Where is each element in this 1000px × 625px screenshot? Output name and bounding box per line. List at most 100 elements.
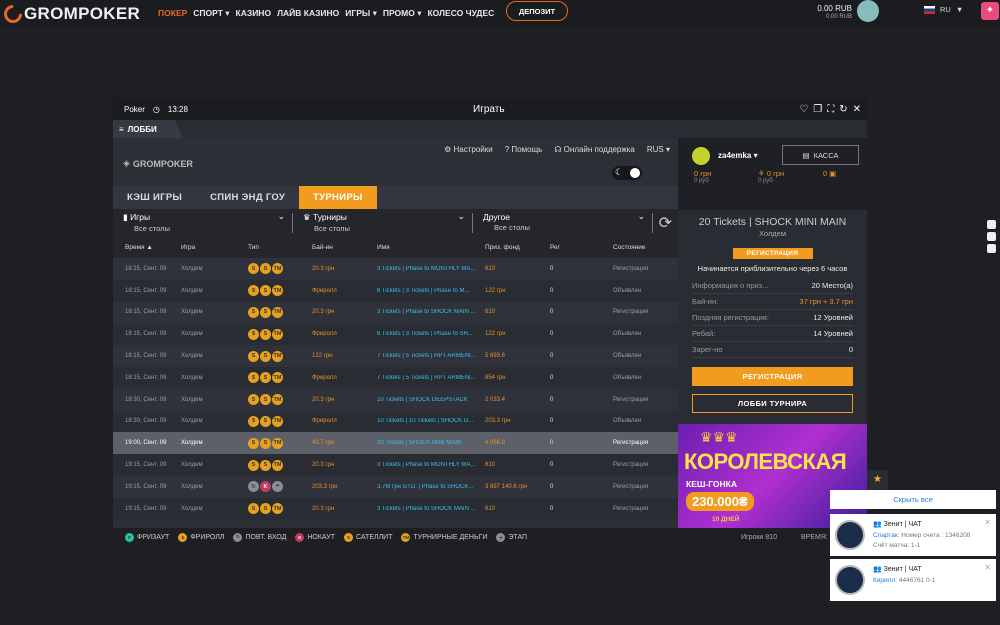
col-buyin[interactable]: Бай-ин (312, 244, 377, 251)
nav-promo[interactable]: ПРОМО ▾ (383, 8, 422, 19)
deposit-button[interactable]: ДЕПОЗИТ (506, 1, 568, 21)
col-state[interactable]: Состояние (613, 244, 673, 251)
knockout-icon: K (260, 481, 271, 493)
reload-icon[interactable]: ↻ (839, 104, 847, 115)
dock-button[interactable] (987, 244, 996, 253)
cell-state: Регистрация (613, 309, 649, 316)
lobby-tabbar: ≡ ЛОББИ (113, 120, 867, 138)
legend-label: ФРИЗАУТ (137, 533, 170, 541)
tab-cash[interactable]: КЭШ ИГРЫ (113, 186, 196, 209)
toggle-knob (630, 168, 640, 178)
tournament-money-icon: TM (272, 372, 283, 384)
filter-games[interactable]: ▮ Игры Все столы ⌄ (113, 209, 293, 236)
satellite-icon: S (248, 263, 259, 275)
tab-lobby-label: ЛОББИ (127, 124, 157, 134)
cell-prize: 4 066.9 (485, 440, 506, 447)
nav-live-casino[interactable]: ЛАЙВ КАЗИНО (277, 8, 339, 19)
theme-toggle[interactable]: ☾ (612, 166, 642, 180)
table-row[interactable]: 18:15, Сент. 09 Холдем $ S TM Фриролл 7 Ticket… (113, 366, 678, 389)
balance[interactable]: 0.00 RUB 0.00 RUB (817, 4, 852, 22)
promo-banner[interactable]: ♛♛♛ КОРОЛЕВСКАЯ КЕШ-ГОНКА 230.000₴ 10 ДН… (678, 424, 867, 528)
window-title: Играть (473, 103, 505, 115)
table-row[interactable]: 18:15, Сент. 09 Холдем S S TM 20.3 грн 3 Ticke… (113, 301, 678, 324)
col-prize[interactable]: Приз. фонд (485, 244, 550, 251)
language-selector[interactable]: RU ▼ (924, 5, 963, 14)
col-name[interactable]: Имя (377, 244, 485, 251)
close-icon[interactable]: ✕ (984, 518, 991, 527)
cell-prize: 122 грн (485, 287, 506, 294)
tab-tournaments[interactable]: ТУРНИРЫ (299, 186, 377, 209)
table-row[interactable]: 18:15, Сент. 09 Холдем $ S TM Фриролл 6 Ticket… (113, 323, 678, 346)
legend-tournament-money: TM ТУРНИРНЫЕ ДЕНЬГИ (401, 532, 487, 542)
legend-label: ПОВТ. ВХОД (245, 533, 287, 541)
tab-spin[interactable]: СПИН ЭНД ГОУ (196, 186, 299, 209)
tournament-money-icon: TM (272, 328, 283, 340)
player-avatar[interactable] (692, 147, 710, 165)
refresh-icon[interactable]: ⟳ (659, 213, 672, 233)
heart-icon[interactable]: ♡ (799, 104, 808, 115)
table-row[interactable]: 18:30, Сент. 09 Холдем S S TM 20.3 грн 10 Tick… (113, 388, 678, 411)
col-reg[interactable]: Рег (550, 244, 613, 251)
dock-button[interactable] (987, 220, 996, 229)
close-icon[interactable]: ✕ (853, 104, 861, 115)
legend-label: НОКАУТ (307, 533, 336, 541)
hide-all-button[interactable]: Скрыть все (830, 490, 996, 509)
cashier-button[interactable]: ▤ КАССА (782, 145, 859, 165)
nav-wheel[interactable]: КОЛЕСО ЧУДЕС (427, 8, 494, 19)
tournament-lobby-button[interactable]: ЛОББИ ТУРНИРА (692, 394, 853, 413)
phase-icon: ⌖ (496, 532, 506, 542)
language-label: RU (940, 5, 951, 14)
filter-tournaments[interactable]: ♛ Турниры Все столы ⌄ (293, 209, 473, 236)
settings-link[interactable]: ⚙ Настройки (444, 145, 493, 154)
close-icon[interactable]: ✕ (984, 563, 991, 572)
cell-name: 6 Tickets | 3 Tickets | Phase to SH... (377, 331, 473, 338)
cell-type: S S TM (248, 394, 312, 406)
nav-sport[interactable]: СПОРТ ▾ (193, 8, 229, 19)
help-link[interactable]: ? Помощь (505, 145, 543, 154)
cell-state: Регистрация (613, 440, 649, 447)
tile-icon[interactable]: ❐ (813, 104, 822, 115)
cards-icon: ▮ (123, 212, 128, 222)
star-icon[interactable]: ★ (867, 470, 888, 490)
table-row[interactable]: 18:15, Сент. 09 Холдем $ S TM Фриролл 6 Ticket… (113, 279, 678, 302)
col-time[interactable]: Время ▲ (113, 244, 181, 251)
tab-lobby[interactable]: ≡ ЛОББИ (113, 120, 183, 138)
cell-name: 3 Tickets | Phase to SHOCK MAIN ... (377, 309, 476, 316)
table-row[interactable]: 18:30, Сент. 09 Холдем $ S TM Фриролл 10 Ticke… (113, 410, 678, 433)
cell-prize: 610 (485, 505, 496, 512)
brand-logo[interactable]: GROMPOKER (0, 0, 140, 27)
headset-icon: ☊ (554, 145, 562, 154)
lobby-language[interactable]: RUS ▾ (647, 145, 670, 154)
table-row[interactable]: 19:15, Сент. 09 Холдем ↻ K ⌖ 203.3 грн 3.7M гр… (113, 475, 678, 498)
fullscreen-icon[interactable]: ⛶ (827, 104, 834, 115)
chat-notification[interactable]: 👥 Зенит | ЧАТ Кирилл: 4446761 0-1 ✕ (830, 559, 996, 601)
tournament-money-icon: TM (272, 394, 283, 406)
table-row[interactable]: 19:15, Сент. 09 Холдем S S TM 20.3 грн 3 Ticke… (113, 497, 678, 520)
chevron-down-icon: ▼ (955, 5, 964, 14)
table-row[interactable]: 19:00, Сент. 09 Холдем S S TM 40.7 грн 20 Tick… (113, 432, 678, 455)
nav-poker[interactable]: ПОКЕР (158, 8, 187, 19)
nav-casino[interactable]: КАЗИНО (236, 8, 272, 19)
support-link[interactable]: ☊ Онлайн поддержка (554, 145, 635, 154)
username[interactable]: za4emka ▾ (718, 151, 758, 160)
freeroll-icon: $ (248, 415, 259, 427)
table-row[interactable]: 19:15, Сент. 09 Холдем S S TM 20.3 грн 3 Ticke… (113, 454, 678, 476)
nav-games[interactable]: ИГРЫ ▾ (345, 8, 377, 19)
filter-other[interactable]: Другое Все столы ⌄ (473, 209, 653, 236)
notification-title-text: Зенит | ЧАТ (883, 521, 922, 528)
cell-state: Объявлен (613, 374, 642, 381)
register-button[interactable]: РЕГИСТРАЦИЯ (692, 367, 853, 386)
table-row[interactable]: 18:15, Сент. 09 Холдем S S TM 20.3 грн 3 Ticke… (113, 258, 678, 280)
col-type[interactable]: Тип (248, 244, 312, 251)
info-value: 14 Уровней (813, 329, 853, 338)
cell-reg: 0 (550, 462, 554, 469)
user-avatar[interactable] (857, 0, 879, 22)
chat-notification[interactable]: 👥 Зенит | ЧАТ Спартак: Номер счета : 134… (830, 514, 996, 556)
table-header: Время ▲ Игра Тип Бай-ин Имя Приз. фонд Р… (113, 236, 678, 258)
dock-button[interactable] (987, 232, 996, 241)
gift-icon[interactable]: ✦ (981, 2, 999, 20)
cell-prize: 610 (485, 309, 496, 316)
col-game[interactable]: Игра (181, 244, 248, 251)
table-row[interactable]: 18:15, Сент. 09 Холдем S S TM 122 грн 7 Ticket… (113, 345, 678, 367)
cell-game: Холдем (181, 396, 203, 403)
